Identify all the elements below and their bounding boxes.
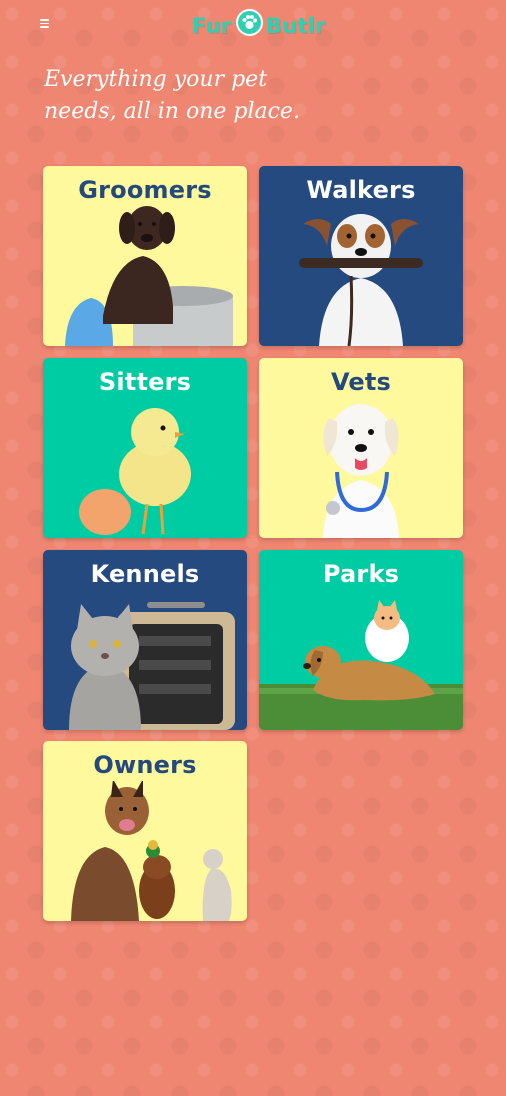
dog-and-cat-on-grass-image [259, 600, 463, 730]
category-title: Kennels [90, 560, 200, 588]
furbutlr-logo[interactable]: Fur Butlr [192, 6, 326, 42]
category-tile-groomers[interactable]: Groomers [43, 166, 247, 346]
category-title: Vets [330, 368, 392, 396]
category-title: Groomers [78, 176, 212, 204]
category-title: Walkers [306, 176, 416, 204]
chick-and-egg-image [79, 408, 191, 535]
category-tile-parks[interactable]: Parks [259, 550, 463, 730]
menu-icon-bar [40, 26, 49, 28]
dog-with-leash-image [299, 214, 423, 346]
category-tile-sitters[interactable]: Sitters [43, 358, 247, 538]
category-tile-kennels[interactable]: Kennels [43, 550, 247, 730]
category-title: Parks [322, 560, 400, 588]
logo-text-right: Butlr [266, 14, 326, 38]
category-title: Owners [93, 751, 197, 779]
tagline-line-2: needs, all in one place. [44, 99, 300, 124]
menu-icon-bar [40, 22, 49, 24]
page-tagline: Everything your pet needs, all in one pl… [44, 64, 364, 128]
category-tile-walkers[interactable]: Walkers [259, 166, 463, 346]
category-tile-owners[interactable]: Owners [43, 741, 247, 921]
puppy-in-bucket-image [65, 206, 233, 346]
cat-and-pet-carrier-image [69, 602, 235, 730]
hamburger-menu-button[interactable] [38, 17, 51, 29]
category-title: Sitters [98, 368, 192, 396]
dog-with-stethoscope-image [323, 404, 399, 538]
logo-text-left: Fur [192, 14, 232, 38]
category-tile-vets[interactable]: Vets [259, 358, 463, 538]
paw-badge-icon [236, 9, 263, 36]
tagline-line-1: Everything your pet [44, 67, 268, 92]
menu-icon-bar [40, 19, 49, 21]
group-of-pets-image [71, 781, 232, 921]
